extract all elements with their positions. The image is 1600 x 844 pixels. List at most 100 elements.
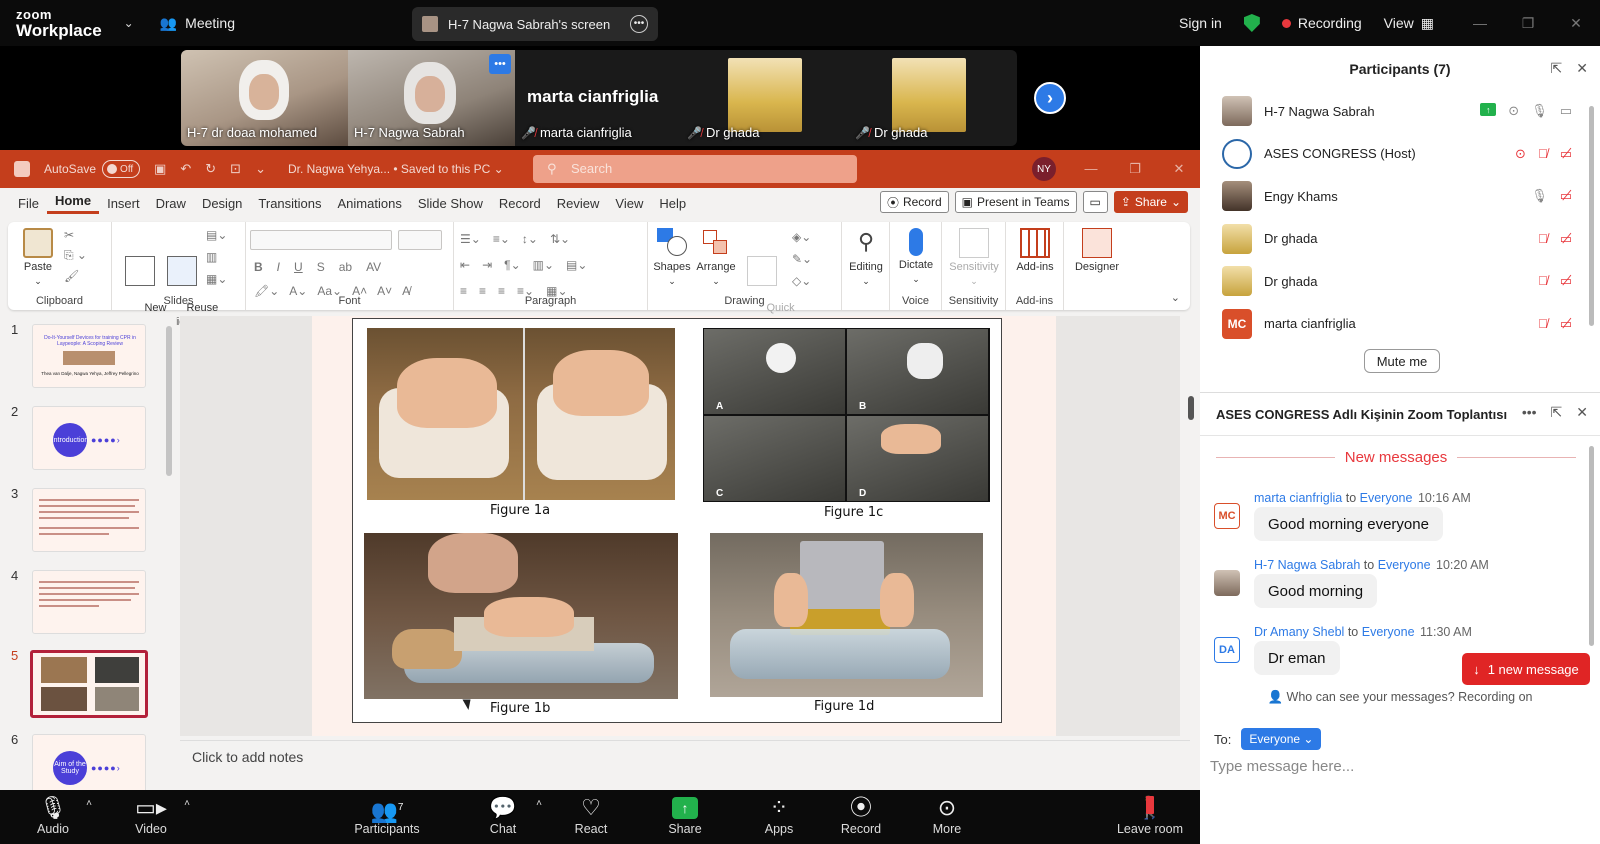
minimize-icon[interactable]: — bbox=[1456, 15, 1504, 31]
slide-thumbnail[interactable] bbox=[32, 570, 146, 634]
figure-1a-image[interactable] bbox=[367, 328, 675, 500]
chat-scrollbar[interactable] bbox=[1589, 446, 1594, 646]
participant-row[interactable]: Dr ghada 🎙̸ ▭̸ bbox=[1200, 260, 1600, 303]
dictate-button[interactable]: Dictate ⌄ bbox=[896, 228, 936, 287]
collapse-ribbon-icon[interactable]: ⌄ bbox=[1171, 291, 1180, 304]
message-bubble[interactable]: Good morning bbox=[1254, 574, 1378, 608]
participant-row[interactable]: ASES CONGRESS (Host) ⊙ 🎙̸ ▭̸ bbox=[1200, 133, 1600, 176]
audio-button[interactable]: 🎙 Audio ˄ bbox=[18, 794, 92, 836]
shape-outline-icon[interactable]: ✎⌄ bbox=[792, 252, 812, 266]
bold-icon[interactable]: B bbox=[254, 260, 263, 274]
new-message-button[interactable]: ↓ 1 new message bbox=[1462, 653, 1590, 685]
cut-icon[interactable]: ✂ bbox=[64, 228, 87, 242]
react-button[interactable]: ♡ React bbox=[556, 794, 626, 836]
ltr-icon[interactable]: ¶⌄ bbox=[504, 258, 521, 272]
bullets-icon[interactable]: ☰⌄ bbox=[460, 232, 481, 246]
font-size-box[interactable] bbox=[398, 230, 442, 250]
shape-fill-icon[interactable]: ◈⌄ bbox=[792, 230, 812, 244]
align-text-icon[interactable]: ▤⌄ bbox=[566, 258, 587, 272]
present-in-teams-button[interactable]: ▣ Present in Teams bbox=[954, 191, 1077, 213]
next-page-arrow-icon[interactable]: › bbox=[1034, 82, 1066, 114]
sender-name[interactable]: Dr Amany Shebl bbox=[1254, 625, 1344, 639]
section-icon[interactable]: ▦⌄ bbox=[206, 272, 227, 286]
current-slide[interactable]: Figure 1a A B C D Figure 1c Figure 1b Fi… bbox=[312, 316, 1056, 736]
menu-draw[interactable]: Draw bbox=[148, 196, 194, 211]
leave-room-button[interactable]: 🚶 Leave room bbox=[1108, 794, 1192, 836]
line-spacing-icon[interactable]: ↕⌄ bbox=[522, 232, 538, 246]
sign-in-link[interactable]: Sign in bbox=[1179, 15, 1222, 31]
redo-icon[interactable]: ↻ bbox=[205, 161, 216, 177]
encryption-shield-icon[interactable] bbox=[1243, 14, 1260, 32]
more-options-icon[interactable]: ••• bbox=[630, 15, 648, 33]
meeting-tab[interactable]: 👥 Meeting bbox=[160, 15, 235, 32]
video-tile[interactable]: ••• H-7 Nagwa Sabrah bbox=[348, 50, 515, 146]
slide-thumbnail[interactable]: Do-It-Yourself Devices for training CPR … bbox=[32, 324, 146, 388]
ppt-search-box[interactable]: ⚲ Search bbox=[533, 155, 857, 183]
shadow-icon[interactable]: ab bbox=[339, 260, 352, 274]
participant-row[interactable]: MC marta cianfriglia 🎙̸ ▭̸ bbox=[1200, 303, 1600, 346]
video-options-caret-icon[interactable]: ˄ bbox=[184, 798, 190, 809]
menu-review[interactable]: Review bbox=[549, 196, 608, 211]
text-direction-icon[interactable]: ⇅⌄ bbox=[550, 232, 570, 246]
strikethrough-icon[interactable]: S bbox=[317, 260, 325, 274]
editing-button[interactable]: ⚲ Editing ⌄ bbox=[846, 228, 886, 289]
save-icon[interactable]: ▣ bbox=[154, 161, 166, 177]
slide-thumbnail[interactable]: Aim of the Study ●●●●› bbox=[32, 734, 146, 798]
shape-effects-icon[interactable]: ◇⌄ bbox=[792, 274, 812, 288]
undo-icon[interactable]: ↶ bbox=[180, 161, 191, 177]
menu-file[interactable]: File bbox=[10, 196, 47, 211]
screen-share-pill[interactable]: H-7 Nagwa Sabrah's screen ••• bbox=[412, 7, 658, 41]
menu-slide-show[interactable]: Slide Show bbox=[410, 196, 491, 211]
slide-thumbnail[interactable]: Introduction ●●●●› bbox=[32, 406, 146, 470]
menu-record[interactable]: Record bbox=[491, 196, 549, 211]
menu-help[interactable]: Help bbox=[651, 196, 694, 211]
video-button[interactable]: ▭▸ Video ˄ bbox=[116, 794, 190, 836]
video-tile[interactable]: H-7 dr doaa mohamed bbox=[181, 50, 348, 146]
chat-more-icon[interactable]: ••• bbox=[1522, 404, 1537, 421]
slide-thumbnail-active[interactable] bbox=[30, 650, 148, 718]
tile-more-icon[interactable]: ••• bbox=[489, 54, 511, 74]
video-tile[interactable]: 🎤̸ Dr ghada bbox=[849, 50, 1017, 146]
ppt-record-button[interactable]: ⦿ Record bbox=[879, 191, 949, 213]
addins-button[interactable]: Add-ins bbox=[1012, 228, 1058, 275]
menu-view[interactable]: View bbox=[607, 196, 651, 211]
shapes-button[interactable]: Shapes ⌄ bbox=[652, 228, 692, 289]
figure-1d-image[interactable] bbox=[710, 533, 983, 697]
mute-me-button[interactable]: Mute me bbox=[1364, 349, 1440, 373]
participants-scrollbar[interactable] bbox=[1589, 106, 1594, 326]
menu-home[interactable]: Home bbox=[46, 193, 100, 214]
menu-insert[interactable]: Insert bbox=[99, 196, 148, 211]
close-icon[interactable]: ✕ bbox=[1576, 60, 1588, 77]
ppt-share-button[interactable]: ⇪ Share ⌄ bbox=[1113, 191, 1188, 213]
popout-icon[interactable]: ⇱ bbox=[1551, 60, 1563, 77]
ppt-minimize-icon[interactable]: — bbox=[1068, 150, 1114, 188]
numbering-icon[interactable]: ≡⌄ bbox=[493, 232, 510, 246]
comments-button[interactable]: ▭ bbox=[1082, 191, 1108, 213]
participant-row[interactable]: H-7 Nagwa Sabrah ↑ ⊙ 🎙 ▭ bbox=[1200, 90, 1600, 133]
participant-row[interactable]: Dr ghada 🎙̸ ▭̸ bbox=[1200, 218, 1600, 261]
notes-pane[interactable]: Click to add notes bbox=[180, 740, 1190, 790]
audio-options-caret-icon[interactable]: ˄ bbox=[86, 798, 92, 809]
app-menu-chevron-icon[interactable]: ⌄ bbox=[124, 16, 134, 30]
thumbnail-scrollbar[interactable] bbox=[166, 326, 172, 476]
participants-button[interactable]: 👥7 Participants bbox=[352, 794, 422, 836]
increase-indent-icon[interactable]: ⇥ bbox=[482, 258, 492, 272]
close-window-icon[interactable]: ✕ bbox=[1552, 15, 1600, 32]
message-bubble[interactable]: Good morning everyone bbox=[1254, 507, 1443, 541]
recording-indicator[interactable]: Recording bbox=[1281, 15, 1362, 31]
chat-popout-icon[interactable]: ⇱ bbox=[1551, 404, 1563, 421]
format-painter-icon[interactable]: 🖌 bbox=[64, 269, 87, 283]
document-name[interactable]: Dr. Nagwa Yehya... • Saved to this PC ⌄ bbox=[288, 162, 504, 176]
decrease-indent-icon[interactable]: ⇤ bbox=[460, 258, 470, 272]
chat-close-icon[interactable]: ✕ bbox=[1576, 404, 1588, 421]
menu-transitions[interactable]: Transitions bbox=[250, 196, 329, 211]
italic-icon[interactable]: I bbox=[277, 260, 280, 274]
chat-options-caret-icon[interactable]: ˄ bbox=[536, 798, 542, 809]
copy-icon[interactable]: ⎘ ⌄ bbox=[64, 248, 87, 263]
font-name-box[interactable] bbox=[250, 230, 392, 250]
ppt-close-icon[interactable]: ✕ bbox=[1156, 150, 1202, 188]
user-avatar[interactable]: NY bbox=[1032, 157, 1056, 181]
sender-name[interactable]: H-7 Nagwa Sabrah bbox=[1254, 558, 1360, 572]
share-button[interactable]: ↑ Share bbox=[650, 794, 720, 836]
message-bubble[interactable]: Dr eman bbox=[1254, 641, 1340, 675]
